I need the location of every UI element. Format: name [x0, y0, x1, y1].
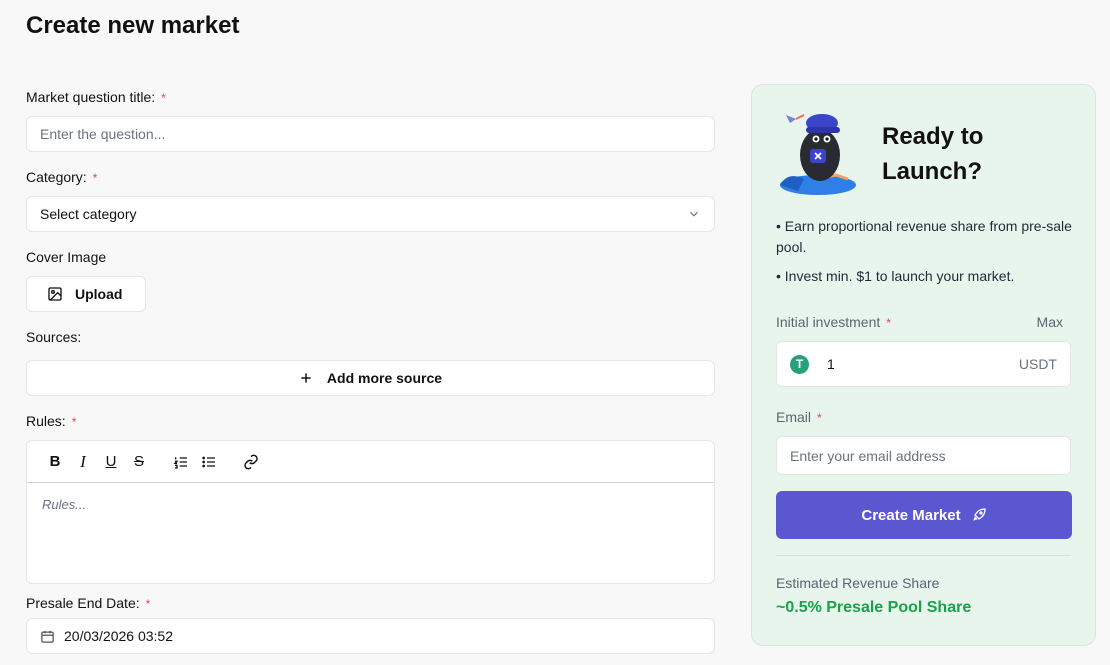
rules-label: Rules: *	[26, 413, 77, 429]
bullet-list-icon[interactable]	[195, 448, 223, 476]
email-label: Email *	[776, 409, 822, 425]
required-marker: *	[817, 411, 822, 425]
max-button[interactable]: Max	[1037, 314, 1063, 330]
presale-date-input[interactable]: 20/03/2026 03:52	[26, 618, 715, 654]
upload-label: Upload	[75, 286, 123, 302]
add-source-label: Add more source	[326, 370, 443, 386]
link-icon[interactable]	[237, 448, 265, 476]
required-marker: *	[161, 91, 166, 105]
presale-date-value: 20/03/2026 03:52	[64, 628, 173, 644]
required-marker: *	[886, 316, 891, 330]
investment-input[interactable]: T 1 USDT	[776, 341, 1071, 387]
presale-label: Presale End Date: *	[26, 595, 151, 611]
rules-editor: B I U S Rules...	[26, 440, 715, 584]
category-select[interactable]: Select category	[26, 196, 715, 232]
image-icon	[47, 286, 63, 302]
required-marker: *	[145, 597, 151, 611]
required-marker: *	[92, 171, 98, 185]
investment-label: Initial investment *	[776, 314, 891, 330]
create-market-label: Create Market	[861, 506, 961, 524]
sources-label: Sources:	[26, 329, 82, 345]
bullet-revenue: • Earn proportional revenue share from p…	[776, 218, 1072, 255]
create-market-button[interactable]: Create Market	[776, 491, 1072, 539]
estimate-label: Estimated Revenue Share	[776, 575, 940, 591]
cover-label: Cover Image	[26, 249, 107, 265]
email-placeholder: Enter your email address	[790, 447, 946, 464]
plus-icon	[299, 371, 313, 385]
strikethrough-button[interactable]: S	[125, 448, 153, 476]
chevron-down-icon	[687, 207, 701, 221]
required-marker: *	[71, 415, 77, 429]
editor-toolbar: B I U S	[27, 441, 714, 483]
add-source-button[interactable]: Add more source	[26, 360, 715, 396]
calendar-icon	[40, 629, 55, 644]
question-placeholder: Enter the question...	[40, 126, 166, 142]
underline-button[interactable]: U	[97, 448, 125, 476]
email-input[interactable]: Enter your email address	[776, 436, 1071, 475]
page-title: Create new market	[26, 12, 240, 39]
investment-value: 1	[827, 356, 835, 372]
bullet-min-invest: • Invest min. $1 to launch your market.	[776, 268, 1015, 284]
currency-unit: USDT	[1018, 356, 1057, 372]
divider	[776, 555, 1071, 556]
card-title: Ready to Launch?	[882, 123, 984, 185]
mascot-illustration	[778, 109, 862, 201]
category-value: Select category	[40, 206, 137, 222]
question-input[interactable]: Enter the question...	[26, 116, 715, 152]
question-label: Market question title: *	[26, 89, 166, 105]
estimate-value: ~0.5% Presale Pool Share	[776, 599, 972, 616]
rocket-icon	[971, 507, 987, 523]
rules-placeholder: Rules...	[42, 497, 87, 512]
rules-textarea[interactable]: Rules...	[27, 483, 714, 526]
bold-button[interactable]: B	[41, 448, 69, 476]
italic-button[interactable]: I	[69, 448, 97, 476]
ordered-list-icon[interactable]	[167, 448, 195, 476]
launch-card: Ready to Launch? • Earn proportional rev…	[751, 84, 1096, 646]
upload-button[interactable]: Upload	[26, 276, 146, 312]
tether-icon: T	[790, 354, 809, 374]
category-label: Category: *	[26, 169, 98, 185]
